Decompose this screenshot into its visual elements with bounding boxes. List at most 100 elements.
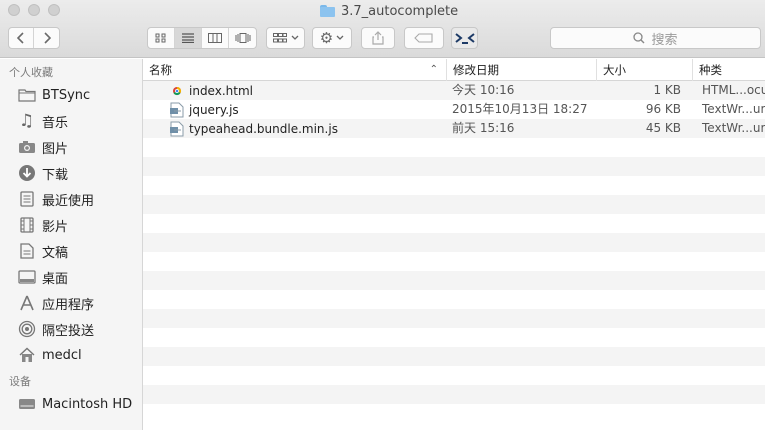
empty-row <box>143 214 765 233</box>
sidebar-item-label: 隔空投送 <box>42 323 95 339</box>
cover-flow-button[interactable] <box>229 28 256 48</box>
empty-row <box>143 309 765 328</box>
file-name: typeahead.bundle.min.js <box>189 121 338 136</box>
arrange-icon <box>272 33 287 43</box>
file-kind: TextWr...ument <box>702 121 765 135</box>
column-date-label: 修改日期 <box>453 63 499 77</box>
sidebar-item-downloads[interactable]: 下载 <box>0 160 142 186</box>
sidebar-item-music[interactable]: ♫ 音乐 <box>0 108 142 134</box>
file-name: index.html <box>189 83 253 98</box>
film-icon <box>17 216 36 235</box>
search-placeholder: 搜索 <box>651 32 678 48</box>
sidebar-item-airdrop[interactable]: 隔空投送 <box>0 316 142 342</box>
file-kind: TextWr...ument <box>702 102 765 116</box>
forward-button[interactable] <box>34 28 59 48</box>
share-icon <box>372 31 384 45</box>
list-view-button[interactable] <box>175 28 202 48</box>
search-field[interactable]: 搜索 <box>550 27 761 49</box>
sidebar-item-movies[interactable]: 影片 <box>0 212 142 238</box>
sidebar-item-label: medcl <box>42 347 82 363</box>
sidebar-item-label: 图片 <box>42 141 69 157</box>
sidebar-item-btsync[interactable]: BTSync <box>0 82 142 108</box>
script-icon <box>169 102 185 118</box>
column-view-button[interactable] <box>202 28 229 48</box>
window-title: 3.7_autocomplete <box>320 2 458 20</box>
list-icon <box>182 33 194 43</box>
home-icon <box>17 346 36 365</box>
columns-icon <box>208 33 222 43</box>
empty-row <box>143 328 765 347</box>
action-button[interactable]: ⚙ <box>312 27 352 49</box>
file-name: jquery.js <box>189 102 239 117</box>
file-kind: HTML...ocu <box>702 83 765 97</box>
empty-row <box>143 176 765 195</box>
file-date: 今天 10:16 <box>452 83 515 97</box>
sidebar-favorites-header: 个人收藏 <box>9 66 53 79</box>
table-row[interactable]: jquery.js 2015年10月13日 18:27 96 KB TextWr… <box>143 100 765 119</box>
column-kind[interactable]: 种类 <box>692 59 765 81</box>
sidebar-item-recents[interactable]: 最近使用 <box>0 186 142 212</box>
column-header: 名称 ⌃ 修改日期 大小 种类 <box>143 59 765 81</box>
sidebar-item-home[interactable]: medcl <box>0 342 142 368</box>
arrange-button[interactable] <box>266 27 305 49</box>
search-icon <box>633 32 645 44</box>
zoom-window-button[interactable] <box>48 4 60 16</box>
file-size: 96 KB <box>645 102 681 116</box>
download-icon <box>17 164 36 183</box>
column-size-label: 大小 <box>603 63 626 77</box>
sidebar-item-label: BTSync <box>42 87 91 103</box>
go2shell-button[interactable] <box>451 27 478 49</box>
sidebar-item-desktop[interactable]: 桌面 <box>0 264 142 290</box>
camera-icon <box>17 138 36 157</box>
sidebar-item-label: 桌面 <box>42 271 69 287</box>
sort-ascending-icon: ⌃ <box>429 64 438 75</box>
sidebar-item-label: 影片 <box>42 219 69 235</box>
music-icon: ♫ <box>18 111 35 131</box>
empty-row <box>143 347 765 366</box>
empty-row <box>143 157 765 176</box>
sidebar-devices-header: 设备 <box>9 375 31 388</box>
sidebar-item-label: 应用程序 <box>42 297 95 313</box>
sidebar-item-macintosh-hd[interactable]: Macintosh HD <box>0 391 142 417</box>
file-list: 名称 ⌃ 修改日期 大小 种类 index.html 今天 10:16 1 KB… <box>143 59 765 430</box>
icon-view-button[interactable] <box>148 28 175 48</box>
chevron-down-icon <box>336 35 344 40</box>
applications-icon <box>17 294 36 313</box>
hard-drive-icon <box>17 395 36 414</box>
sidebar-item-label: 最近使用 <box>42 193 95 209</box>
back-button[interactable] <box>9 28 34 48</box>
minimize-window-button[interactable] <box>28 4 40 16</box>
empty-row <box>143 271 765 290</box>
cover-flow-icon <box>235 33 250 43</box>
sidebar-item-documents[interactable]: 文稿 <box>0 238 142 264</box>
empty-row <box>143 138 765 157</box>
airdrop-icon <box>17 320 36 339</box>
document-icon <box>17 242 36 261</box>
sidebar-item-applications[interactable]: 应用程序 <box>0 290 142 316</box>
tag-icon <box>414 33 433 43</box>
sidebar-item-pictures[interactable]: 图片 <box>0 134 142 160</box>
column-name[interactable]: 名称 ⌃ <box>143 59 446 81</box>
file-date: 前天 15:16 <box>452 121 515 135</box>
desktop-icon <box>17 268 36 287</box>
file-size: 45 KB <box>645 121 681 135</box>
table-row[interactable]: index.html 今天 10:16 1 KB HTML...ocu <box>143 81 765 100</box>
table-row[interactable]: typeahead.bundle.min.js 前天 15:16 45 KB T… <box>143 119 765 138</box>
sidebar-item-label: Macintosh HD <box>42 396 133 412</box>
navigation-buttons <box>8 27 60 49</box>
script-icon <box>169 121 185 137</box>
chevron-left-icon <box>17 32 24 44</box>
empty-row <box>143 290 765 309</box>
sidebar: 个人收藏 BTSync ♫ 音乐 图片 下载 最近使用 影片 文稿 桌面 应用程… <box>0 59 143 430</box>
gear-icon: ⚙ <box>319 29 334 47</box>
empty-row <box>143 195 765 214</box>
folder-icon <box>17 86 36 105</box>
close-window-button[interactable] <box>8 4 20 16</box>
share-button[interactable] <box>361 27 395 49</box>
column-date[interactable]: 修改日期 <box>446 59 596 81</box>
column-size[interactable]: 大小 <box>596 59 692 81</box>
sidebar-item-label: 文稿 <box>42 245 69 261</box>
grid-icon <box>155 33 166 43</box>
column-kind-label: 种类 <box>699 63 722 77</box>
tags-button[interactable] <box>404 27 444 49</box>
